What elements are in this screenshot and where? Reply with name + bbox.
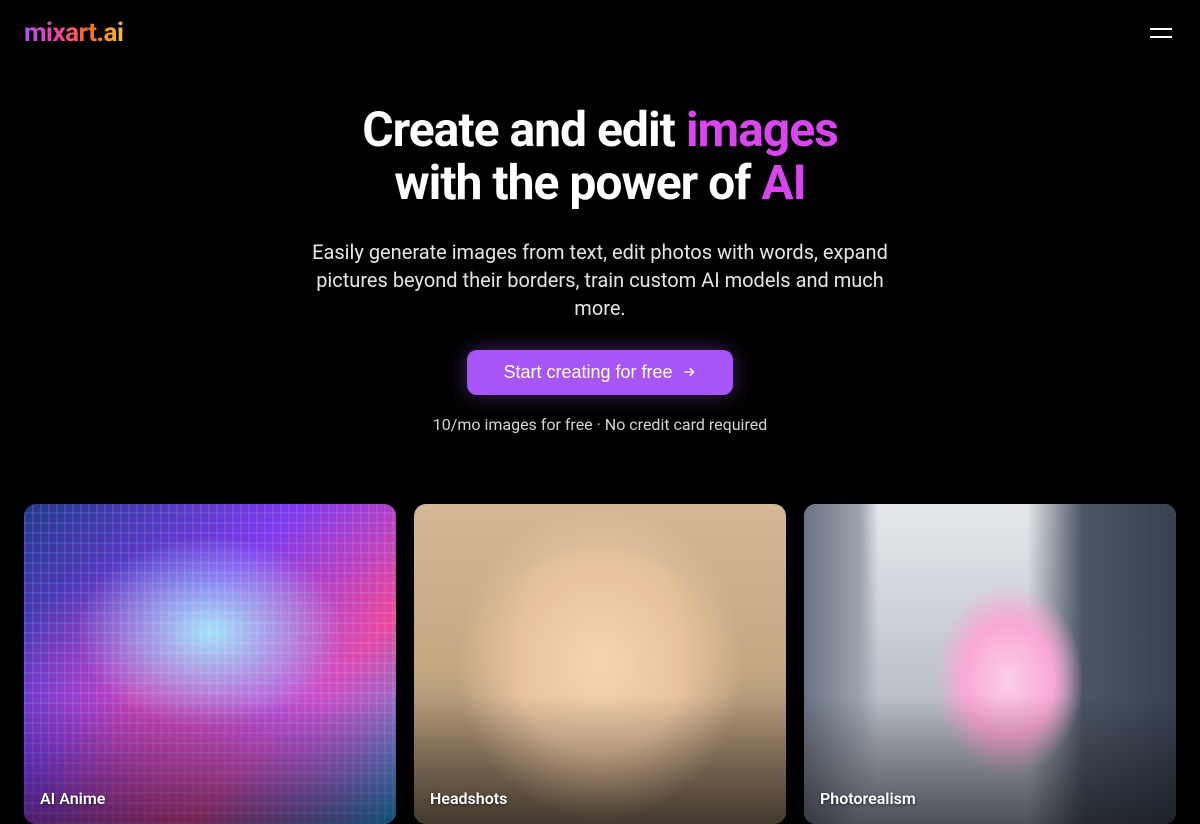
title-text-1: Create and edit xyxy=(362,101,686,158)
hero-section: Create and edit images with the power of… xyxy=(0,66,1200,434)
card-label: Photorealism xyxy=(820,789,916,808)
arrow-right-icon xyxy=(681,364,697,380)
start-creating-button[interactable]: Start creating for free xyxy=(467,350,732,395)
hero-title: Create and edit images with the power of… xyxy=(0,104,1200,210)
card-label: AI Anime xyxy=(40,789,105,808)
gallery-card-photorealism[interactable]: Photorealism xyxy=(804,504,1176,824)
hero-subtitle: Easily generate images from text, edit p… xyxy=(300,238,900,322)
gallery-card-ai-anime[interactable]: AI Anime xyxy=(24,504,396,824)
card-label: Headshots xyxy=(430,789,507,808)
cta-label: Start creating for free xyxy=(503,362,672,383)
title-highlight-ai: AI xyxy=(761,154,805,211)
title-highlight-images: images xyxy=(686,101,838,158)
menu-icon[interactable] xyxy=(1146,24,1176,42)
logo[interactable]: mixart.ai xyxy=(24,18,123,48)
header: mixart.ai xyxy=(0,0,1200,66)
gallery-card-headshots[interactable]: Headshots xyxy=(414,504,786,824)
cta-note: 10/mo images for free · No credit card r… xyxy=(0,415,1200,434)
gallery: AI Anime Headshots Photorealism xyxy=(0,434,1200,824)
title-text-2: with the power of xyxy=(394,154,761,211)
